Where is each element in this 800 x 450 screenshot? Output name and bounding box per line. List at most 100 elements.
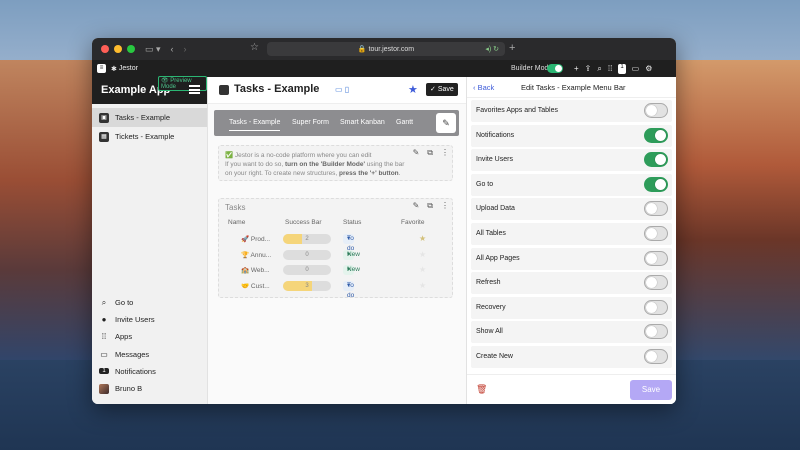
menu-option-toggle[interactable] bbox=[644, 201, 668, 217]
address-bar[interactable]: 🔒 tour.jestor.com ◂) ↻ bbox=[267, 42, 505, 56]
back-button[interactable]: ‹ Back bbox=[473, 83, 494, 92]
favorite-star-icon[interactable]: ★ bbox=[419, 234, 426, 243]
menu-option-toggle[interactable] bbox=[644, 324, 668, 340]
panel-footer: 🗑 Save bbox=[467, 374, 676, 404]
search-icon[interactable]: ⌕ bbox=[597, 64, 601, 74]
task-name[interactable]: 🏫 Web... bbox=[241, 266, 270, 274]
edit-pencil-icon[interactable]: ✎ bbox=[413, 201, 420, 211]
chat-icon[interactable]: ▭ bbox=[632, 64, 640, 74]
status-badge[interactable]: To do ▾ bbox=[343, 234, 355, 252]
page-save-button[interactable]: ✓ Save bbox=[426, 83, 458, 96]
sidebar-item-label: Tickets - Example bbox=[115, 132, 175, 141]
close-window-button[interactable] bbox=[101, 45, 109, 53]
builder-mode-toggle[interactable] bbox=[547, 64, 563, 73]
panel-save-button[interactable]: Save bbox=[630, 380, 672, 400]
menu-option-toggle[interactable] bbox=[644, 226, 668, 241]
page-canvas: Tasks - Example ▭ ▯ ★ ✓ Save Tasks - Exa… bbox=[208, 77, 466, 404]
apps-grid-icon[interactable]: ⁞⁞ bbox=[608, 64, 612, 74]
info-line-2c: using the bar bbox=[365, 161, 405, 168]
forward-arrow-icon[interactable]: › bbox=[184, 44, 187, 54]
maximize-window-button[interactable] bbox=[127, 45, 135, 53]
menu-option-toggle[interactable] bbox=[644, 127, 668, 143]
tab-super-form[interactable]: Super Form bbox=[292, 119, 329, 126]
menu-option-toggle[interactable] bbox=[644, 152, 668, 168]
sidebar-toggle-icon[interactable]: ▭ ▾ bbox=[145, 44, 161, 55]
sidebar-item-label: Tasks - Example bbox=[115, 113, 171, 122]
favorite-star-icon[interactable]: ★ bbox=[419, 281, 426, 290]
check-emoji-icon: ✅ bbox=[225, 152, 234, 159]
menu-option-toggle[interactable] bbox=[644, 275, 668, 291]
favorite-star-icon[interactable]: ★ bbox=[408, 83, 418, 96]
app-topbar: ≡ ✱ Jestor Builder Mode + ⇪ ⌕ ⁞⁞ 1 ▭ ⚙ bbox=[92, 60, 676, 77]
sidebar-messages-label: Messages bbox=[115, 349, 150, 359]
page-icon bbox=[219, 85, 229, 95]
sidebar-notifications[interactable]: 1 Notifications bbox=[92, 363, 207, 380]
status-badge[interactable]: To do ▾ bbox=[343, 280, 355, 299]
menu-option-row: Go to bbox=[471, 173, 672, 196]
browser-window: ▭ ▾ ‹ › ☆ 🔒 tour.jestor.com ◂) ↻ + ≡ ✱ J… bbox=[92, 38, 676, 404]
status-badge[interactable]: New ▾ bbox=[343, 265, 360, 275]
column-header-favorite[interactable]: Favorite bbox=[401, 219, 424, 226]
edit-pencil-icon[interactable]: ✎ bbox=[436, 113, 456, 133]
success-bar: 2 bbox=[283, 234, 331, 244]
copy-icon[interactable]: ⧉ bbox=[427, 148, 433, 157]
gear-icon[interactable]: ⚙ bbox=[645, 64, 652, 74]
menu-option-row: Refresh bbox=[471, 272, 672, 295]
menu-option-label: Recovery bbox=[476, 303, 506, 311]
sidebar-invite-users[interactable]: ● Invite Users bbox=[92, 311, 207, 328]
hamburger-menu-icon[interactable] bbox=[189, 85, 200, 94]
sidebar-goto[interactable]: ⌕ Go to bbox=[92, 294, 207, 311]
grid-icon: ⁞⁞ bbox=[101, 332, 107, 342]
back-arrow-icon[interactable]: ‹ bbox=[171, 44, 174, 54]
success-value: 0 bbox=[305, 251, 309, 258]
bookmark-star-icon[interactable]: ☆ bbox=[250, 42, 259, 53]
add-icon[interactable]: + bbox=[574, 64, 579, 74]
sidebar-header: Example App 👁 Preview Mode bbox=[92, 76, 207, 104]
brand-name: Jestor bbox=[118, 65, 138, 72]
new-tab-icon[interactable]: + bbox=[509, 42, 515, 54]
reload-icon[interactable]: ◂) ↻ bbox=[485, 45, 499, 53]
menu-option-toggle[interactable] bbox=[644, 176, 668, 192]
more-options-icon[interactable]: ⋮ bbox=[441, 148, 449, 157]
trash-icon[interactable]: 🗑 bbox=[476, 384, 487, 395]
menu-option-row: All App Pages bbox=[471, 247, 672, 270]
edit-pencil-icon[interactable]: ✎ bbox=[413, 148, 420, 157]
column-header-name[interactable]: Name bbox=[228, 219, 245, 226]
app-sidebar: Example App 👁 Preview Mode ▣ Tasks - Exa… bbox=[92, 76, 208, 404]
menu-option-toggle[interactable] bbox=[644, 250, 668, 266]
sidebar-invite-label: Invite Users bbox=[115, 315, 155, 325]
upload-icon[interactable]: ⇪ bbox=[585, 64, 592, 74]
sidebar-item-tasks[interactable]: ▣ Tasks - Example bbox=[92, 108, 207, 127]
menu-option-label: Go to bbox=[476, 180, 494, 188]
tab-tasks-example[interactable]: Tasks - Example bbox=[229, 119, 281, 131]
counter-badge[interactable]: 1 bbox=[618, 63, 626, 74]
menu-option-toggle[interactable] bbox=[644, 103, 668, 118]
page-tabs: Tasks - Example Super Form Smart Kanban … bbox=[214, 110, 459, 136]
task-name[interactable]: 🚀 Prod... bbox=[241, 235, 270, 243]
menu-option-toggle[interactable] bbox=[644, 299, 668, 315]
copy-icon[interactable]: ⧉ bbox=[427, 201, 433, 211]
info-line-3a: on your right. To create new structures, bbox=[225, 170, 340, 177]
task-name[interactable]: 🤝 Cust... bbox=[241, 282, 270, 290]
more-options-icon[interactable]: ⋮ bbox=[441, 201, 449, 211]
sidebar-apps[interactable]: ⁞⁞ Apps bbox=[92, 328, 207, 345]
favorite-star-icon[interactable]: ★ bbox=[419, 250, 426, 259]
success-value: 0 bbox=[305, 267, 309, 273]
minimize-window-button[interactable] bbox=[114, 45, 122, 53]
menu-option-toggle[interactable] bbox=[644, 349, 668, 364]
tab-smart-kanban[interactable]: Smart Kanban bbox=[340, 119, 385, 126]
task-name[interactable]: 🏆 Annu... bbox=[241, 251, 271, 259]
column-header-status[interactable]: Status bbox=[343, 219, 361, 226]
menu-option-row: Favorites Apps and Tables bbox=[471, 100, 672, 122]
user-name: Bruno B bbox=[115, 384, 143, 394]
sidebar-messages[interactable]: ▭ Messages bbox=[92, 346, 207, 363]
success-bar: 0 bbox=[283, 249, 331, 260]
status-badge[interactable]: New ▾ bbox=[343, 249, 360, 260]
column-header-success[interactable]: Success Bar bbox=[285, 219, 322, 226]
sidebar-item-tickets[interactable]: ▦ Tickets - Example bbox=[92, 127, 207, 146]
tab-gantt[interactable]: Gantt bbox=[396, 119, 413, 126]
sidebar-user-profile[interactable]: Bruno B bbox=[92, 380, 207, 397]
menu-option-row: Create New bbox=[471, 346, 672, 368]
device-preview-icon[interactable]: ▭ ▯ bbox=[335, 85, 349, 94]
favorite-star-icon[interactable]: ★ bbox=[419, 265, 426, 274]
